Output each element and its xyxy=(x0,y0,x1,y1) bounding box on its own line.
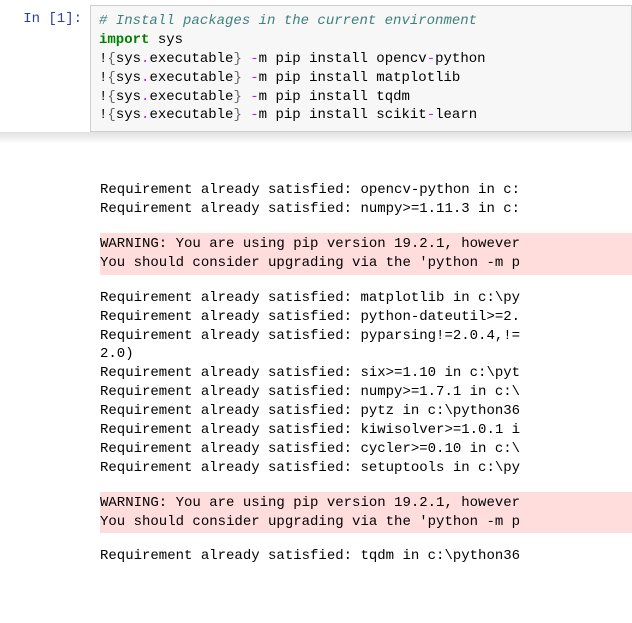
out-line: Requirement already satisfied: pyparsing… xyxy=(100,327,632,346)
out-line: Requirement already satisfied: cycler>=0… xyxy=(100,440,632,459)
cell-output: Requirement already satisfied: opencv-py… xyxy=(0,144,632,585)
close-brace-2: } xyxy=(233,70,241,86)
sys-4: sys xyxy=(116,107,141,123)
out-line: Requirement already satisfied: setuptool… xyxy=(100,459,632,478)
pkg2: matplotlib xyxy=(376,70,460,86)
out-line: Requirement already satisfied: pytz in c… xyxy=(100,402,632,421)
sys-2: sys xyxy=(116,70,141,86)
warn-line: WARNING: You are using pip version 19.2.… xyxy=(100,494,632,513)
out-line: Requirement already satisfied: kiwisolve… xyxy=(100,421,632,440)
code-line-pkg2: !{sys.executable} -m pip install matplot… xyxy=(99,69,623,88)
import-module: sys xyxy=(149,32,183,48)
exe-3: executable xyxy=(149,89,233,105)
dash-1b: - xyxy=(427,51,435,67)
pip-3: m pip install xyxy=(259,89,377,105)
code-cell: In [1]: # Install packages in the curren… xyxy=(0,0,632,132)
warning-block-2: WARNING: You are using pip version 19.2.… xyxy=(100,492,632,534)
dash-1a: - xyxy=(250,51,258,67)
out-line: Requirement already satisfied: numpy>=1.… xyxy=(100,383,632,402)
comment-text: # Install packages in the current enviro… xyxy=(99,13,477,29)
dash-2a: - xyxy=(250,70,258,86)
code-line-pkg3: !{sys.executable} -m pip install tqdm xyxy=(99,88,623,107)
code-line-comment: # Install packages in the current enviro… xyxy=(99,12,623,31)
code-line-import: import sys xyxy=(99,31,623,50)
pkg3: tqdm xyxy=(376,89,410,105)
open-brace-4: { xyxy=(107,107,115,123)
exe-2: executable xyxy=(149,70,233,86)
exe-1: executable xyxy=(149,51,233,67)
warn-line: You should consider upgrading via the 'p… xyxy=(100,513,632,532)
close-brace-3: } xyxy=(233,89,241,105)
warn-line: You should consider upgrading via the 'p… xyxy=(100,254,632,273)
dash-3a: - xyxy=(250,89,258,105)
out-line: Requirement already satisfied: opencv-py… xyxy=(100,181,632,200)
import-keyword: import xyxy=(99,32,149,48)
code-input-area[interactable]: # Install packages in the current enviro… xyxy=(90,5,632,132)
cell-shadow xyxy=(0,132,632,144)
sys-3: sys xyxy=(116,89,141,105)
pkg1a: opencv xyxy=(376,51,426,67)
warning-block-1: WARNING: You are using pip version 19.2.… xyxy=(100,233,632,275)
pkg1b: python xyxy=(435,51,485,67)
dash-4b: - xyxy=(427,107,435,123)
warn-line: WARNING: You are using pip version 19.2.… xyxy=(100,235,632,254)
input-prompt: In [1]: xyxy=(0,5,90,27)
out-line: Requirement already satisfied: tqdm in c… xyxy=(100,547,632,566)
out-line: 2.0) xyxy=(100,345,632,364)
out-line: Requirement already satisfied: python-da… xyxy=(100,308,632,327)
out-line: Requirement already satisfied: numpy>=1.… xyxy=(100,200,632,219)
pip-4: m pip install xyxy=(259,107,377,123)
pkg4a: scikit xyxy=(376,107,426,123)
pip-2: m pip install xyxy=(259,70,377,86)
out-line: Requirement already satisfied: six>=1.10… xyxy=(100,364,632,383)
pip-1: m pip install xyxy=(259,51,377,67)
close-brace-4: } xyxy=(233,107,241,123)
code-line-pkg4: !{sys.executable} -m pip install scikit-… xyxy=(99,106,623,125)
code-line-pkg1: !{sys.executable} -m pip install opencv-… xyxy=(99,50,623,69)
dash-4a: - xyxy=(250,107,258,123)
sys-1: sys xyxy=(116,51,141,67)
close-brace-1: } xyxy=(233,51,241,67)
pkg4b: learn xyxy=(435,107,477,123)
open-brace-2: { xyxy=(107,70,115,86)
open-brace-1: { xyxy=(107,51,115,67)
exe-4: executable xyxy=(149,107,233,123)
out-line: Requirement already satisfied: matplotli… xyxy=(100,289,632,308)
open-brace-3: { xyxy=(107,89,115,105)
